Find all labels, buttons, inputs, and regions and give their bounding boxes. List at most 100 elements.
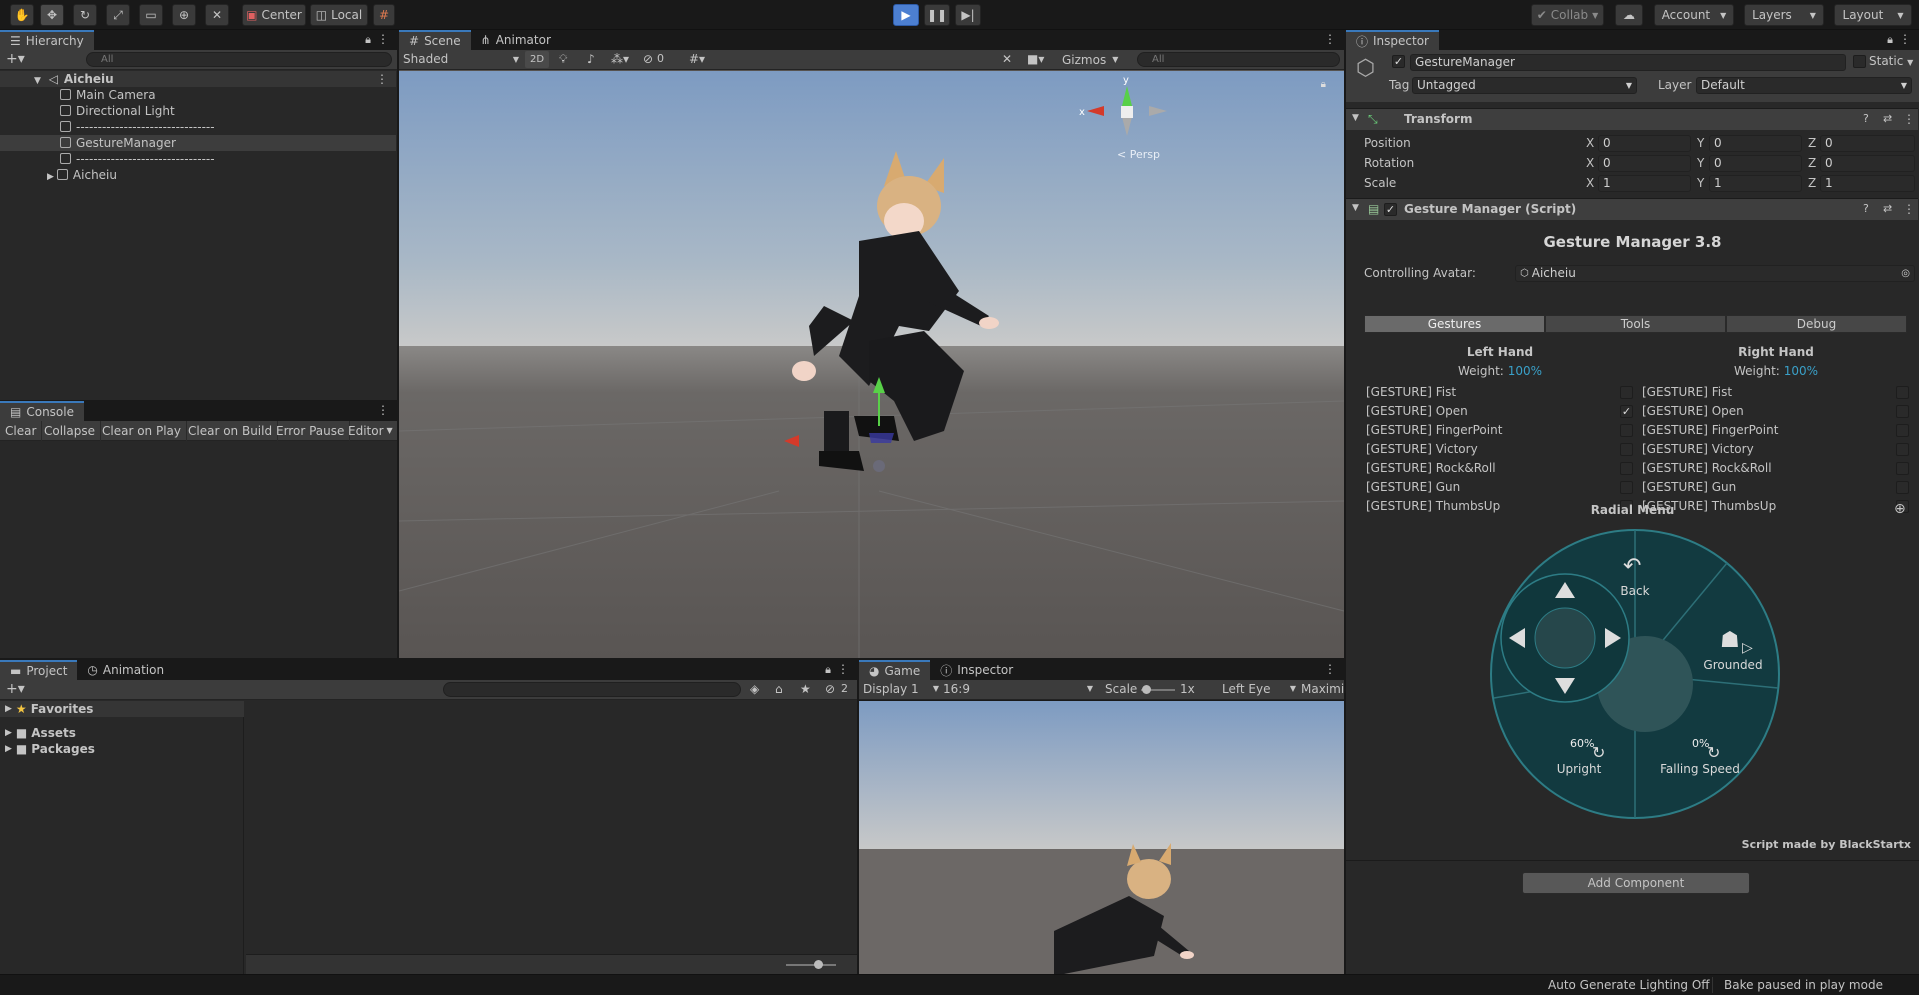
- kebab-menu-icon[interactable]: ⋮: [377, 403, 389, 417]
- audio-icon[interactable]: ♪: [587, 52, 595, 66]
- tab-console[interactable]: ▤ Console: [0, 401, 84, 421]
- eye-dropdown[interactable]: Left Eye ▼: [1222, 682, 1296, 696]
- preset-icon[interactable]: ⇄: [1883, 202, 1892, 215]
- lock-icon[interactable]: 🔒︎: [825, 663, 831, 677]
- help-icon[interactable]: ?: [1863, 202, 1869, 215]
- hand-tool-button[interactable]: ✋: [10, 4, 34, 26]
- preset-icon[interactable]: ⇄: [1883, 112, 1892, 125]
- layer-dropdown[interactable]: Default ▼: [1696, 77, 1912, 94]
- rect-tool-button[interactable]: ▭: [139, 4, 163, 26]
- cloud-button[interactable]: ☁: [1615, 4, 1643, 26]
- visibility-icon[interactable]: ⊘: [643, 52, 653, 66]
- lock-icon[interactable]: 🔒︎: [1887, 33, 1893, 47]
- add-circle-icon[interactable]: ⊕: [1894, 501, 1906, 517]
- left-gesture-checkbox[interactable]: [1620, 481, 1633, 494]
- pivot-space-toggle[interactable]: ◫ Local: [310, 4, 368, 26]
- tab-debug[interactable]: Debug: [1726, 315, 1907, 333]
- maximize-toggle[interactable]: Maximi: [1301, 682, 1344, 696]
- pivot-center-toggle[interactable]: ▣ Center: [242, 4, 306, 26]
- help-icon[interactable]: ?: [1863, 112, 1869, 125]
- add-component-button[interactable]: Add Component: [1522, 872, 1750, 894]
- hierarchy-search-input[interactable]: All: [86, 52, 392, 67]
- star-icon[interactable]: ★: [800, 682, 811, 696]
- target-icon[interactable]: ◎: [1901, 266, 1914, 281]
- custom-tool-button[interactable]: ✕: [205, 4, 229, 26]
- kebab-menu-icon[interactable]: ⋮: [377, 32, 389, 46]
- lock-icon[interactable]: 🔒︎: [1321, 79, 1326, 90]
- filter-type-icon[interactable]: ◈: [750, 682, 759, 696]
- right-gesture-checkbox[interactable]: [1896, 462, 1909, 475]
- layout-dropdown[interactable]: Layout ▼: [1834, 4, 1912, 26]
- filter-label-icon[interactable]: ⌂: [775, 682, 783, 696]
- account-dropdown[interactable]: Account ▼: [1654, 4, 1734, 26]
- error-pause-button[interactable]: Error Pause: [271, 421, 351, 441]
- tab-hierarchy[interactable]: ☰ Hierarchy: [0, 30, 94, 50]
- tab-tools[interactable]: Tools: [1545, 315, 1726, 333]
- step-button[interactable]: ▶|: [955, 4, 981, 26]
- scale-y-field[interactable]: 1: [1709, 175, 1802, 192]
- layers-dropdown[interactable]: Layers ▼: [1744, 4, 1824, 26]
- kebab-menu-icon[interactable]: ⋮: [1903, 112, 1915, 126]
- transform-header[interactable]: ▼ ⤡ Transform ? ⇄ ⋮: [1346, 108, 1918, 130]
- scale-z-field[interactable]: 1: [1820, 175, 1915, 192]
- kebab-menu-icon[interactable]: ⋮: [1903, 202, 1915, 216]
- collab-dropdown[interactable]: ✔ Collab ▼: [1531, 4, 1604, 26]
- lighting-icon[interactable]: 💡︎: [559, 52, 567, 67]
- collapse-button[interactable]: Collapse: [39, 421, 101, 441]
- rotation-x-field[interactable]: 0: [1598, 155, 1691, 172]
- create-add-button[interactable]: +▾: [6, 51, 25, 67]
- rotation-z-field[interactable]: 0: [1820, 155, 1915, 172]
- visibility-icon[interactable]: ⊘: [825, 682, 835, 696]
- radial-menu[interactable]: ↶ Back ☗ ▷ Grounded 60% ↻ Upright 0% ↻ F…: [1489, 528, 1781, 820]
- tab-game[interactable]: ◕ Game: [859, 660, 931, 680]
- gizmos-dropdown[interactable]: Gizmos ▼: [1062, 53, 1118, 67]
- persp-label[interactable]: < Persp: [1117, 148, 1160, 161]
- scene-search-input[interactable]: All: [1137, 52, 1340, 67]
- static-dropdown[interactable]: Static ▼: [1869, 54, 1913, 68]
- favorites-row[interactable]: ▶ ★ Favorites: [0, 701, 244, 717]
- 2d-toggle[interactable]: 2D: [525, 51, 549, 68]
- kebab-menu-icon[interactable]: ⋮: [1324, 32, 1336, 46]
- left-gesture-checkbox[interactable]: [1620, 386, 1633, 399]
- hierarchy-item[interactable]: GestureManager: [0, 135, 396, 151]
- scale-slider-thumb[interactable]: [1142, 685, 1151, 694]
- zoom-slider-thumb[interactable]: [814, 960, 823, 969]
- kebab-menu-icon[interactable]: ⋮: [1899, 32, 1911, 46]
- active-checkbox[interactable]: ✓: [1392, 55, 1405, 68]
- kebab-menu-icon[interactable]: ⋮: [376, 71, 388, 87]
- clear-on-build-button[interactable]: Clear on Build: [183, 421, 279, 441]
- game-viewport[interactable]: [859, 701, 1344, 974]
- hierarchy-item[interactable]: --------------------------------: [0, 119, 396, 135]
- hierarchy-item[interactable]: --------------------------------: [0, 151, 396, 167]
- right-gesture-checkbox[interactable]: [1896, 386, 1909, 399]
- tab-animator[interactable]: ⋔ Animator: [470, 30, 561, 50]
- left-gesture-checkbox[interactable]: ✓: [1620, 405, 1633, 418]
- shading-mode-dropdown[interactable]: Shaded ▼: [403, 52, 519, 68]
- packages-row[interactable]: ▶ ■ Packages: [0, 742, 95, 756]
- static-checkbox[interactable]: [1853, 55, 1866, 68]
- tab-scene[interactable]: # Scene: [399, 30, 471, 50]
- kebab-menu-icon[interactable]: ⋮: [1324, 662, 1336, 676]
- effects-icon[interactable]: ⁂▾: [611, 52, 629, 66]
- scale-x-field[interactable]: 1: [1598, 175, 1691, 192]
- script-header[interactable]: ▼ ▤ ✓ Gesture Manager (Script) ? ⇄ ⋮: [1346, 198, 1918, 220]
- move-tool-button[interactable]: ✥: [40, 4, 64, 26]
- tab-inspector[interactable]: ⓘ Inspector: [1346, 30, 1439, 50]
- tab-gestures[interactable]: Gestures: [1364, 315, 1545, 333]
- kebab-menu-icon[interactable]: ⋮: [837, 662, 849, 676]
- tab-animation[interactable]: ◷ Animation: [77, 660, 175, 680]
- rotate-tool-button[interactable]: ↻: [73, 4, 97, 26]
- left-gesture-checkbox[interactable]: [1620, 462, 1633, 475]
- right-gesture-checkbox[interactable]: [1896, 424, 1909, 437]
- create-add-button[interactable]: +▾: [6, 681, 25, 697]
- tab-inspector-2[interactable]: ⓘ Inspector: [930, 660, 1024, 680]
- radial-grounded-label[interactable]: Grounded: [1693, 658, 1773, 672]
- play-button[interactable]: ▶: [893, 4, 919, 26]
- camera-icon[interactable]: ■▾: [1027, 52, 1044, 66]
- clear-button[interactable]: Clear: [0, 421, 43, 441]
- lock-icon[interactable]: 🔒︎: [365, 33, 371, 47]
- radial-upright-label[interactable]: Upright: [1539, 762, 1619, 776]
- tools-icon[interactable]: ✕: [1002, 52, 1012, 66]
- lighting-status[interactable]: Auto Generate Lighting Off: [1548, 978, 1710, 992]
- tag-dropdown[interactable]: Untagged ▼: [1412, 77, 1637, 94]
